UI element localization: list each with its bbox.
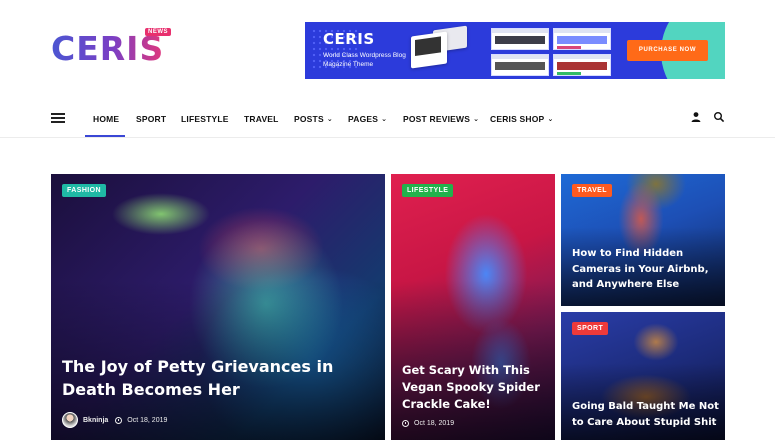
clock-icon [115,416,123,424]
nav-item-label: SPORT [136,114,167,124]
nav-item-label: LIFESTYLE [181,114,229,124]
chevron-down-icon: ⌄ [473,116,480,123]
banner-title: CERIS [323,30,375,48]
post-meta: Bkninja Oct 18, 2019 [62,412,167,428]
post-card[interactable]: SPORT Going Bald Taught Me Not to Care A… [561,312,725,440]
author-name[interactable]: Bkninja [83,417,108,424]
menu-icon[interactable] [51,113,65,123]
post-date: Oct 18, 2019 [414,420,455,427]
post-title[interactable]: The Joy of Petty Grievances in Death Bec… [62,355,372,401]
post-card[interactable]: TRAVEL How to Find Hidden Cameras in You… [561,174,725,306]
banner-screenshot [491,54,549,76]
category-badge[interactable]: LIFESTYLE [402,184,454,197]
category-badge[interactable]: FASHION [62,184,106,197]
main-nav: HOME SPORT LIFESTYLE TRAVEL POSTS ⌄ PAGES… [0,96,775,138]
nav-item-posts[interactable]: POSTS ⌄ [294,96,333,138]
logo-news-badge: NEWS [145,28,171,36]
post-title[interactable]: Get Scary With This Vegan Spooky Spider … [402,362,547,413]
clock-icon [402,420,409,427]
banner-screenshot [491,28,549,50]
nav-item-home[interactable]: HOME [93,96,119,138]
nav-item-label: HOME [93,114,120,124]
nav-item-label: PAGES [348,114,379,124]
purchase-now-button[interactable]: PURCHASE NOW [627,40,708,61]
nav-item-ceris-shop[interactable]: CERIS SHOP ⌄ [490,96,554,138]
user-icon[interactable] [690,111,702,123]
post-card[interactable]: LIFESTYLE Get Scary With This Vegan Spoo… [391,174,555,440]
post-title[interactable]: How to Find Hidden Cameras in Your Airbn… [572,246,717,293]
post-title[interactable]: Going Bald Taught Me Not to Care About S… [572,399,720,430]
header-banner-ad[interactable]: CERIS World Class Wordpress Blog Magazin… [305,22,725,79]
nav-item-label: POSTS [294,114,324,124]
banner-subtitle: World Class Wordpress Blog Magazine Them… [323,52,406,68]
featured-post-card[interactable]: FASHION The Joy of Petty Grievances in D… [51,174,385,440]
category-badge[interactable]: TRAVEL [572,184,612,197]
nav-item-post-reviews[interactable]: POST REVIEWS ⌄ [403,96,479,138]
post-date: Oct 18, 2019 [127,416,168,424]
nav-item-pages[interactable]: PAGES ⌄ [348,96,387,138]
nav-item-label: POST REVIEWS [403,114,471,124]
nav-item-label: TRAVEL [244,114,279,124]
nav-item-label: CERIS SHOP [490,114,545,124]
post-meta: Oct 18, 2019 [402,420,454,427]
category-badge[interactable]: SPORT [572,322,609,335]
site-logo[interactable]: CERIS NEWS [51,28,171,70]
nav-active-indicator [85,135,125,137]
banner-screenshot [553,54,611,76]
banner-screenshot [553,28,611,50]
nav-item-lifestyle[interactable]: LIFESTYLE [181,96,229,138]
chevron-down-icon: ⌄ [326,116,333,123]
nav-item-sport[interactable]: SPORT [136,96,166,138]
nav-item-travel[interactable]: TRAVEL [244,96,279,138]
search-icon[interactable] [713,111,725,123]
banner-device-image [411,31,447,69]
author-avatar[interactable] [62,412,78,428]
chevron-down-icon: ⌄ [547,116,554,123]
chevron-down-icon: ⌄ [381,116,388,123]
